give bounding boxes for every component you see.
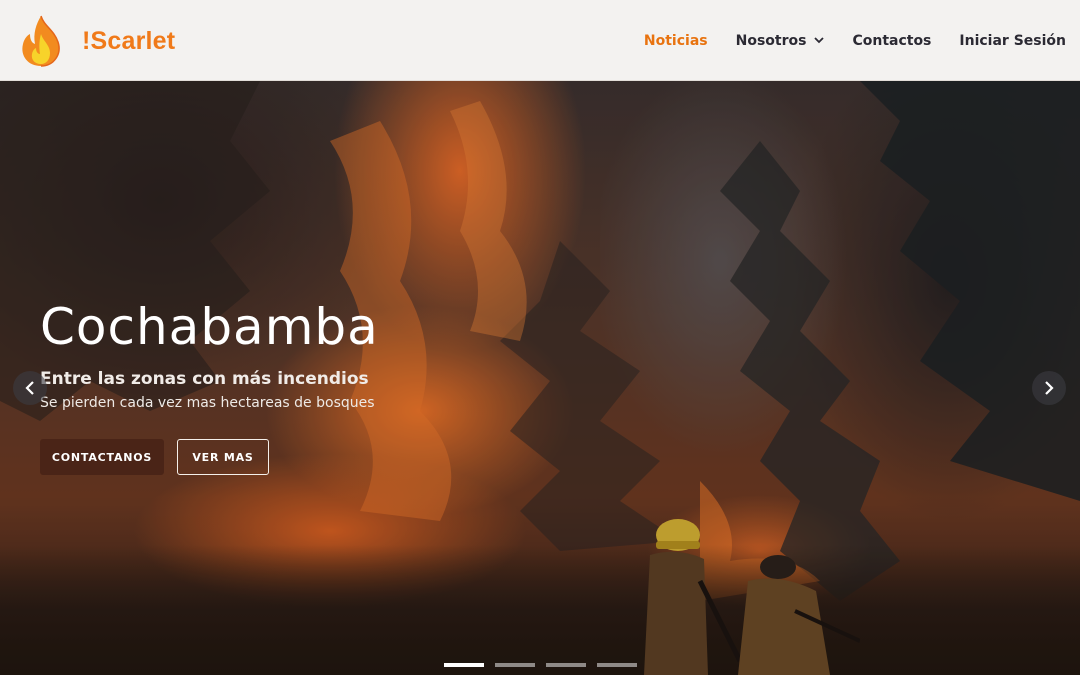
nav-item-label: Nosotros (735, 32, 807, 49)
chevron-left-icon (25, 381, 34, 395)
chevron-right-icon (1045, 381, 1054, 395)
nav-item-label: Contactos (852, 32, 932, 49)
carousel-prev-button[interactable] (13, 371, 47, 405)
carousel-indicators (444, 663, 648, 667)
carousel-indicator-2[interactable] (495, 663, 535, 667)
nav-item-noticias[interactable]: Noticias (644, 33, 708, 49)
nav-item-label: Noticias (643, 32, 708, 49)
nav-item-nosotros[interactable]: Nosotros (736, 33, 825, 49)
carousel-next-button[interactable] (1032, 371, 1066, 405)
brand[interactable]: !Scarlet (18, 14, 175, 68)
nav-item-iniciar-sesion[interactable]: Iniciar Sesión (959, 33, 1066, 49)
navbar: !Scarlet Noticias Nosotros Contactos Ini… (0, 0, 1080, 81)
slide-title: Cochabamba (40, 298, 379, 356)
chevron-down-icon (814, 37, 825, 44)
slide-description: Se pierden cada vez mas hectareas de bos… (40, 395, 375, 411)
main-nav: Noticias Nosotros Contactos Iniciar Sesi… (616, 0, 1066, 81)
hero-carousel: Cochabamba Entre las zonas con más incen… (0, 81, 1080, 675)
flame-icon (22, 15, 60, 67)
brand-name: !Scarlet (82, 26, 176, 55)
slide-subtitle: Entre las zonas con más incendios (40, 369, 369, 389)
slide-actions: CONTACTANOS VER MAS (40, 439, 269, 475)
carousel-indicator-1[interactable] (444, 663, 484, 667)
nav-item-label: Iniciar Sesión (959, 32, 1066, 49)
carousel-indicator-4[interactable] (597, 663, 637, 667)
contactanos-button[interactable]: CONTACTANOS (40, 439, 164, 475)
slide-caption: Cochabamba Entre las zonas con más incen… (40, 297, 560, 411)
carousel-indicator-3[interactable] (546, 663, 586, 667)
ver-mas-button[interactable]: VER MAS (177, 439, 269, 475)
nav-item-contactos[interactable]: Contactos (852, 33, 931, 49)
